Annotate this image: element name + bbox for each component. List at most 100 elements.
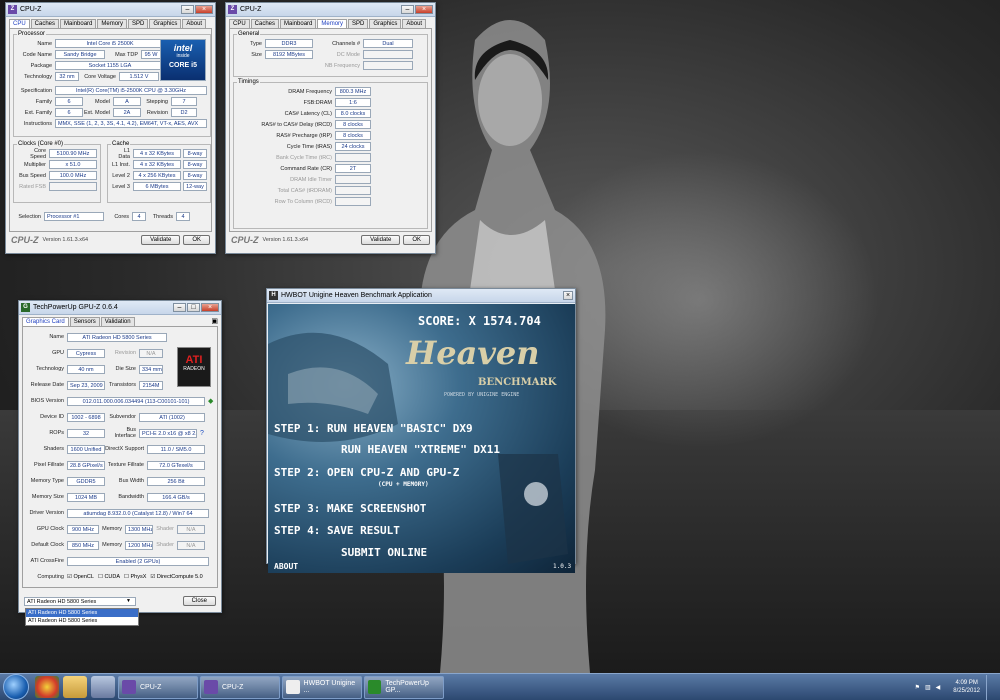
close-button[interactable]: × (415, 5, 433, 14)
physx-check: ☐ PhysX (124, 574, 147, 580)
release-value: Sep 23, 2009 (67, 380, 105, 390)
extmodel-value: 2A (113, 108, 141, 117)
tab-cpu[interactable]: CPU (9, 19, 30, 28)
step1b-button[interactable]: RUN HEAVEN "XTREME" DX11 (341, 443, 500, 456)
tab-about[interactable]: About (182, 19, 207, 28)
spec-value: Intel(R) Core(TM) i5-2500K CPU @ 3.30GHz (55, 86, 207, 95)
taskbar-item-heaven[interactable]: HWBOT Unigine ... (282, 675, 362, 699)
fsbdram-label: FSB:DRAM (303, 99, 332, 106)
help-icon[interactable]: ? (200, 430, 204, 437)
tools-icon[interactable] (91, 676, 115, 698)
step4-button[interactable]: STEP 4: SAVE RESULT (274, 524, 400, 537)
clock-date: 8/25/2012 (953, 688, 980, 694)
validate-button[interactable]: Validate (141, 235, 181, 245)
size-label: Size (251, 51, 262, 58)
tab-graphics[interactable]: Graphics (369, 19, 402, 28)
step1-button[interactable]: STEP 1: RUN HEAVEN "BASIC" DX9 (274, 422, 473, 435)
step2-button[interactable]: STEP 2: OPEN CPU-Z AND GPU-Z (274, 466, 459, 479)
gpu-value: Cypress (67, 348, 105, 358)
ati-radeon-logo: ATI RADEON (177, 347, 211, 387)
close-button[interactable]: × (195, 5, 213, 14)
camera-icon[interactable]: ▣ (211, 317, 218, 326)
chrome-icon[interactable] (35, 676, 59, 698)
clock[interactable]: 4:09 PM 8/25/2012 (953, 679, 980, 695)
gpu-select-dropdown[interactable]: ATI Radeon HD 5800 Series (24, 596, 136, 606)
tab-memory[interactable]: Memory (317, 19, 348, 28)
corevoltage-label: Core Voltage (84, 73, 116, 80)
taskbar-item-cpuz[interactable]: CPU-Z (200, 675, 280, 699)
validate-button[interactable]: Validate (361, 235, 401, 245)
flag-icon[interactable]: ⚑ (915, 684, 920, 691)
defshader-label: Shader (156, 542, 174, 548)
close-button[interactable]: × (563, 291, 573, 300)
tab-mainboard[interactable]: Mainboard (280, 19, 317, 28)
maxtdp-label: Max TDP (115, 51, 138, 58)
gpu-name-label: Name (49, 334, 64, 340)
heaven-app-icon: H (269, 291, 278, 300)
ok-button[interactable]: OK (183, 235, 210, 245)
cache-group: Cache L1 Data 4 x 32 KBytes 8-way L1 Inst.… (107, 141, 211, 203)
cr-label: Command Rate (CR) (280, 165, 332, 172)
cpuz-window-memory: Z CPU-Z – × CPU Caches Mainboard Memory … (225, 2, 436, 254)
tab-caches[interactable]: Caches (30, 19, 60, 28)
explorer-icon[interactable] (63, 676, 87, 698)
tab-caches[interactable]: Caches (250, 19, 280, 28)
gpuz-titlebar[interactable]: G TechPowerUp GPU-Z 0.6.4 – □ × (19, 301, 221, 315)
step3-button[interactable]: STEP 3: MAKE SCREENSHOT (274, 502, 426, 515)
cpuz2-tab-body: General Type DDR3 Channels # Dual Size 8192 … (229, 28, 432, 232)
tab-memory[interactable]: Memory (97, 19, 128, 28)
minimize-button[interactable]: – (401, 5, 414, 14)
selection-dropdown[interactable]: Processor #1 (44, 212, 104, 221)
rtc-label: Row To Column (tRCD) (274, 198, 332, 205)
shaders-value: 1600 Unified (67, 444, 105, 454)
minimize-button[interactable]: – (181, 5, 194, 14)
cores-label: Cores (114, 213, 129, 220)
tab-spd[interactable]: SPD (128, 19, 149, 28)
show-desktop-button[interactable] (986, 674, 994, 700)
chevron-down-icon[interactable]: ▼ (126, 598, 131, 604)
cpuz2-title: CPU-Z (240, 6, 262, 13)
bios-label: BIOS Version (30, 398, 64, 404)
taskbar-item-gpuz[interactable]: TechPowerUp GP... (364, 675, 444, 699)
instructions-value: MMX, SSE (1, 2, 3, 3S, 4.1, 4.2), EM64T,… (55, 119, 207, 128)
cores-value: 4 (132, 212, 146, 221)
start-button[interactable] (3, 674, 29, 700)
network-icon[interactable]: ▥ (925, 684, 931, 691)
tab-graphics-card[interactable]: Graphics Card (22, 317, 69, 326)
technology-label: Technology (24, 73, 52, 80)
deviceid-label: Device ID (40, 414, 64, 420)
size-value: 8192 MBytes (265, 50, 313, 59)
minimize-button[interactable]: – (173, 303, 186, 312)
dropdown-option[interactable]: ATI Radeon HD 5800 Series (26, 609, 138, 617)
taskbar-item-cpuz[interactable]: CPU-Z (118, 675, 198, 699)
busif-label: Bus Interface (114, 427, 136, 439)
cpuz1-titlebar[interactable]: Z CPU-Z – × (6, 3, 215, 17)
ras-value: 24 clocks (335, 142, 371, 151)
tab-spd[interactable]: SPD (348, 19, 369, 28)
gpuz-close-button[interactable]: Close (182, 596, 216, 606)
submit-online-button[interactable]: SUBMIT ONLINE (341, 546, 427, 559)
tab-cpu[interactable]: CPU (229, 19, 250, 28)
rops-value: 32 (67, 428, 105, 438)
ati-logo-sub: RADEON (183, 366, 205, 372)
clocks-legend: Clocks (Core #0) (18, 141, 64, 147)
cl-label: CAS# Latency (CL) (284, 110, 332, 117)
tab-about[interactable]: About (402, 19, 427, 28)
tab-sensors[interactable]: Sensors (69, 317, 100, 326)
volume-icon[interactable]: ◀ (936, 684, 941, 691)
close-button[interactable]: × (201, 303, 219, 312)
ok-button[interactable]: OK (403, 235, 430, 245)
cpuz2-titlebar[interactable]: Z CPU-Z – × (226, 3, 435, 17)
maximize-button[interactable]: □ (187, 303, 200, 312)
tab-validation[interactable]: Validation (100, 317, 135, 326)
cpuz1-footer: CPU-Z Version 1.61.3.x64 Validate OK (6, 232, 215, 248)
tab-graphics[interactable]: Graphics (149, 19, 182, 28)
bios-save-icon[interactable]: ◆ (208, 397, 213, 405)
l3-value: 6 MBytes (133, 182, 181, 191)
about-button[interactable]: ABOUT (274, 562, 298, 571)
heaven-titlebar[interactable]: H HWBOT Unigine Heaven Benchmark Applica… (267, 289, 575, 303)
step2-note: (CPU + MEMORY) (378, 481, 429, 488)
tab-mainboard[interactable]: Mainboard (60, 19, 97, 28)
gpuz-app-icon: G (21, 303, 30, 312)
dropdown-option[interactable]: ATI Radeon HD 5800 Series (26, 617, 138, 625)
